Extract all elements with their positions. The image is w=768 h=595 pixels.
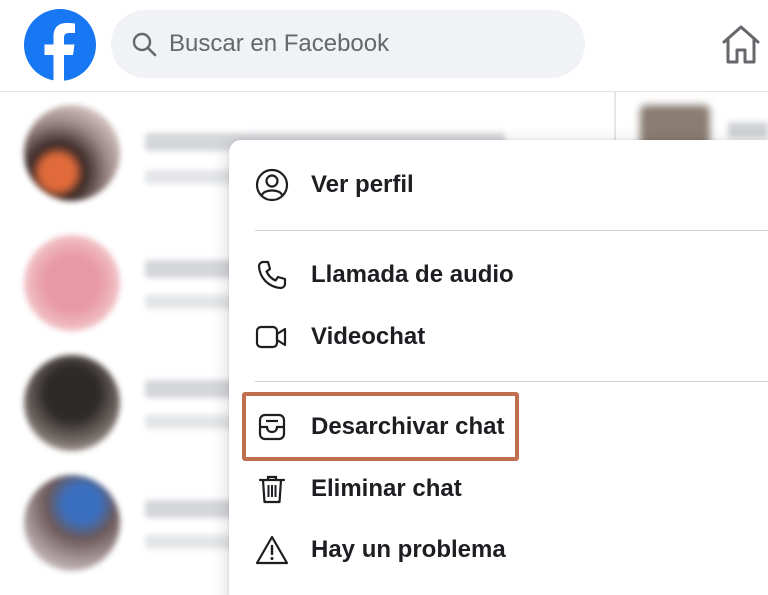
blurred-name — [145, 380, 235, 398]
blurred-name — [145, 260, 235, 278]
video-camera-icon — [253, 318, 291, 356]
avatar — [24, 355, 120, 451]
blurred-preview — [145, 295, 235, 309]
phone-icon — [253, 256, 291, 294]
trash-icon — [253, 470, 291, 508]
blurred-preview — [145, 415, 235, 429]
facebook-logo-icon[interactable] — [24, 9, 96, 81]
search-bar[interactable] — [111, 10, 585, 78]
menu-item-llamada-de-audio[interactable]: Llamada de audio — [241, 246, 761, 304]
menu-item-eliminar-chat[interactable]: Eliminar chat — [241, 460, 761, 518]
menu-item-label: Llamada de audio — [311, 261, 514, 288]
avatar — [24, 235, 120, 331]
menu-item-label: Hay un problema — [311, 536, 506, 563]
menu-item-label: Eliminar chat — [311, 475, 462, 502]
chat-context-menu: Ver perfil Llamada de audio Videochat De… — [229, 140, 768, 595]
column-divider — [614, 92, 616, 142]
menu-item-label: Ver perfil — [311, 171, 414, 198]
user-circle-icon — [253, 166, 291, 204]
menu-divider — [255, 230, 768, 231]
blurred-name — [728, 122, 768, 138]
avatar — [24, 105, 120, 201]
blurred-name — [145, 500, 235, 518]
menu-divider — [255, 381, 768, 382]
top-header — [0, 0, 768, 92]
search-icon — [132, 32, 157, 57]
avatar — [24, 475, 120, 571]
menu-item-videochat[interactable]: Videochat — [241, 308, 761, 366]
highlight-annotation — [242, 392, 519, 461]
home-icon[interactable] — [720, 22, 762, 66]
menu-item-ver-perfil[interactable]: Ver perfil — [241, 156, 761, 214]
warning-icon — [253, 531, 291, 569]
menu-item-label: Videochat — [311, 323, 426, 350]
menu-item-hay-un-problema[interactable]: Hay un problema — [241, 521, 761, 579]
search-input[interactable] — [169, 30, 569, 58]
blurred-preview — [145, 535, 235, 549]
blurred-preview — [145, 170, 235, 184]
